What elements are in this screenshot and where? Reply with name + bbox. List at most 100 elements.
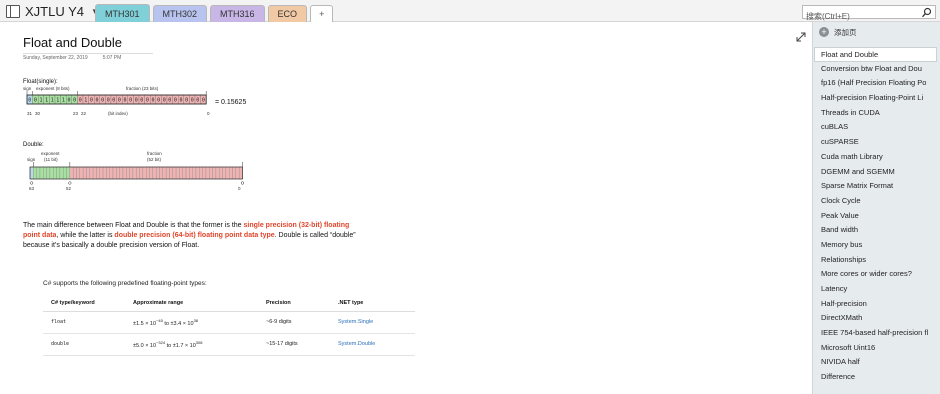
float-bit-value: 1 bbox=[51, 98, 54, 104]
sidebar-page-item[interactable]: fp16 (Half Precision Floating Po bbox=[813, 76, 940, 91]
table-row: float ±1.5 × 10−45 to ±3.4 × 1038 ~6-9 d… bbox=[43, 311, 415, 334]
tab-mth302[interactable]: MTH302 bbox=[152, 5, 208, 22]
sidebar-page-item[interactable]: Microsoft Uint16 bbox=[813, 341, 940, 356]
top-bar: XJTLU Y4 ▼ MTH301MTH302MTH316ECO+ bbox=[0, 0, 940, 23]
double-bit-cell bbox=[129, 166, 134, 180]
table-header-row: C# type/keyword Approximate range Precis… bbox=[43, 295, 415, 312]
tab-mth301[interactable]: MTH301 bbox=[95, 4, 150, 22]
cell-precision: ~6-9 digits bbox=[266, 311, 338, 334]
double-marker-0 bbox=[240, 181, 245, 185]
double-tick-63: 63 bbox=[29, 186, 35, 191]
float-bit-value: 0 bbox=[129, 98, 132, 104]
double-bit-cell bbox=[229, 166, 233, 180]
para-text-1: The main difference between Float and Do… bbox=[23, 222, 244, 229]
cell-net-type[interactable]: System.Double bbox=[338, 333, 415, 356]
table-caption: C# supports the following predefined flo… bbox=[43, 280, 207, 287]
sidebar-page-item[interactable]: NIVIDA half bbox=[813, 355, 940, 370]
sidebar-page-item[interactable]: IEEE 754-based half-precision fl bbox=[813, 326, 940, 341]
sidebar-page-item[interactable]: cuBLAS bbox=[813, 120, 940, 135]
sidebar-page-item[interactable]: Half-precision bbox=[813, 297, 940, 312]
float-caption: Float(single): bbox=[23, 79, 58, 85]
page-title[interactable]: Float and Double bbox=[23, 35, 122, 50]
sidebar-page-item[interactable]: Peak Value bbox=[813, 209, 940, 224]
double-bit-cell bbox=[86, 166, 90, 180]
description-paragraph[interactable]: The main difference between Float and Do… bbox=[23, 221, 359, 251]
search-icon[interactable] bbox=[921, 7, 933, 18]
float-bit-value: 0 bbox=[123, 98, 126, 104]
float-bit-value: 0 bbox=[196, 98, 199, 104]
net-type-link[interactable]: System.Double bbox=[338, 341, 375, 347]
sidebar-page-item[interactable]: Conversion btw Float and Dou bbox=[813, 62, 940, 77]
double-bit-cell bbox=[102, 166, 107, 180]
float-bit-value: 0 bbox=[95, 98, 98, 104]
double-bit-cell bbox=[172, 166, 177, 180]
double-bit-cell bbox=[235, 166, 240, 180]
float-bit-value: 0 bbox=[179, 98, 182, 104]
double-bit-cell bbox=[82, 166, 87, 180]
sidebar-page-item[interactable]: Difference bbox=[813, 370, 940, 385]
float-bit-value: 0 bbox=[163, 98, 166, 104]
double-tick-52: 52 bbox=[66, 186, 72, 191]
sidebar-page-item[interactable]: Cuda math Library bbox=[813, 150, 940, 165]
float-result: = 0.15625 bbox=[215, 99, 247, 106]
sidebar-page-item[interactable]: Relationships bbox=[813, 253, 940, 268]
float-bit-value: 1 bbox=[39, 98, 42, 104]
double-bit-cell bbox=[238, 166, 243, 180]
tab-mth316[interactable]: MTH316 bbox=[210, 5, 265, 22]
page-date: Sunday, September 22, 2019 bbox=[23, 55, 88, 61]
float-tick-22: 22 bbox=[81, 111, 87, 116]
search-input[interactable] bbox=[803, 10, 915, 23]
sidebar-page-item[interactable]: DirectXMath bbox=[813, 311, 940, 326]
page-timestamp: Sunday, September 22, 2019 5:07 PM bbox=[23, 53, 153, 61]
cell-net-type[interactable]: System.Single bbox=[338, 311, 415, 334]
float-bit-value: 0 bbox=[34, 98, 37, 104]
sidebar-page-item[interactable]: More cores or wider cores? bbox=[813, 267, 940, 282]
sidebar-page-item[interactable]: Latency bbox=[813, 282, 940, 297]
double-marker-52 bbox=[68, 181, 72, 185]
double-bit-cell bbox=[132, 166, 137, 180]
double-bit-cell bbox=[225, 166, 230, 180]
notebook-icon bbox=[6, 4, 20, 18]
double-bit-cell bbox=[109, 166, 114, 180]
double-bit-cell bbox=[136, 166, 140, 180]
tab-eco[interactable]: ECO bbox=[267, 5, 308, 22]
sidebar-page-item[interactable]: Clock Cycle bbox=[813, 194, 940, 209]
double-bit-cell bbox=[39, 166, 44, 180]
sidebar-page-item[interactable]: Half-precision Floating-Point Li bbox=[813, 91, 940, 106]
sidebar-page-item[interactable]: Memory bus bbox=[813, 238, 940, 253]
sidebar-page-item[interactable]: Band width bbox=[813, 223, 940, 238]
double-bit-cell bbox=[149, 166, 154, 180]
add-page-button[interactable]: + 添加页 bbox=[813, 22, 940, 42]
double-bit-cell bbox=[116, 166, 120, 180]
double-bit-cell bbox=[46, 166, 51, 180]
double-bit-cell bbox=[56, 166, 61, 180]
float-bit-value: 0 bbox=[101, 98, 104, 104]
double-tick-0: 0 bbox=[238, 186, 241, 191]
float-tick-0: 0 bbox=[207, 111, 210, 116]
double-bit-cell bbox=[202, 166, 207, 180]
double-bit-cell bbox=[195, 166, 200, 180]
sidebar-page-item[interactable]: DGEMM and SGEMM bbox=[813, 165, 940, 180]
double-bit-cell bbox=[92, 166, 97, 180]
double-bit-cell bbox=[152, 166, 157, 180]
double-marker-63 bbox=[30, 181, 34, 185]
sidebar-page-item[interactable]: Float and Double bbox=[814, 47, 937, 62]
sidebar-page-item[interactable]: cuSPARSE bbox=[813, 135, 940, 150]
sidebar-page-item[interactable]: Threads in CUDA bbox=[813, 106, 940, 121]
float-bit-value: 0 bbox=[107, 98, 110, 104]
expand-icon[interactable] bbox=[795, 31, 807, 43]
notebook-selector[interactable]: XJTLU Y4 ▼ bbox=[6, 2, 99, 20]
plus-icon: + bbox=[819, 27, 829, 37]
float-bit-value: 1 bbox=[56, 98, 59, 104]
double-bit-cell bbox=[89, 166, 94, 180]
float-bit-value: 0 bbox=[185, 98, 188, 104]
net-type-link[interactable]: System.Single bbox=[338, 319, 373, 325]
float-bit-value: 0 bbox=[112, 98, 115, 104]
double-bit-cell bbox=[209, 166, 213, 180]
add-section-tab[interactable]: + bbox=[310, 5, 334, 22]
sidebar-page-item[interactable]: Sparse Matrix Format bbox=[813, 179, 940, 194]
float-bit-value: 1 bbox=[84, 98, 87, 104]
search-box[interactable] bbox=[802, 5, 936, 23]
page-time: 5:07 PM bbox=[102, 55, 122, 61]
cell-range: ±1.5 × 10−45 to ±3.4 × 1038 bbox=[133, 311, 266, 334]
